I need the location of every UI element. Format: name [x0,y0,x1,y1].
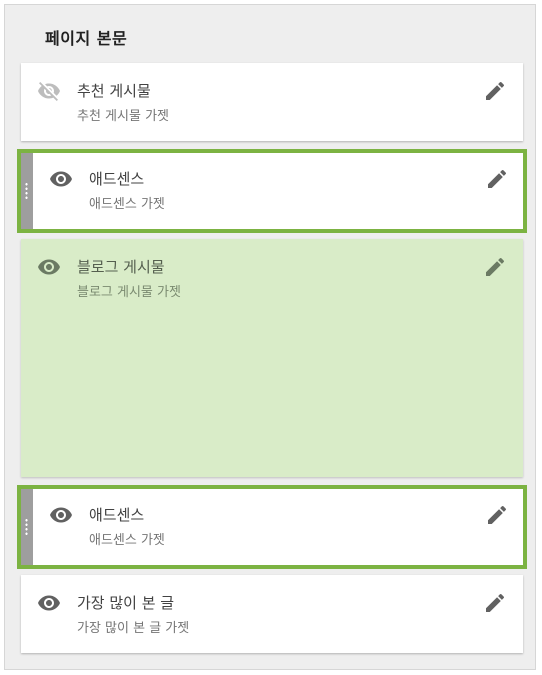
gadget-subtitle: 애드센스 가젯 [89,533,165,548]
gadget-subtitle: 블로그 게시물 가젯 [77,285,181,300]
pencil-icon[interactable] [483,79,507,103]
pencil-icon[interactable] [485,167,509,191]
page-body-section: 페이지 본문 추천 게시물 추천 게시물 가젯 애드센스 애드센스 가젯 블로그… [4,4,536,670]
gadget-title: 애드센스 [89,170,145,188]
gadget-title: 추천 게시물 [77,82,151,100]
drag-dots-icon [25,182,28,200]
pencil-icon[interactable] [485,503,509,527]
gadget-blog-posts-placeholder[interactable]: 블로그 게시물 블로그 게시물 가젯 [21,239,523,477]
visibility-icon[interactable] [49,167,73,191]
gadget-featured-posts[interactable]: 추천 게시물 추천 게시물 가젯 [21,63,523,141]
visibility-icon[interactable] [49,503,73,527]
drag-handle[interactable] [21,153,33,229]
gadget-title: 블로그 게시물 [77,258,165,276]
visibility-icon[interactable] [37,591,61,615]
visibility-icon[interactable] [37,255,61,279]
section-title: 페이지 본문 [45,29,128,48]
gadget-subtitle: 추천 게시물 가젯 [77,109,169,124]
gadget-title: 애드센스 [89,506,145,524]
gadget-subtitle: 가장 많이 본 글 가젯 [77,621,190,636]
visibility-off-icon[interactable] [37,79,61,103]
gadget-adsense-dragging[interactable]: 애드센스 애드센스 가젯 [17,149,527,233]
pencil-icon[interactable] [483,591,507,615]
gadget-subtitle: 애드센스 가젯 [89,197,165,212]
drag-handle[interactable] [21,489,33,565]
gadget-title: 가장 많이 본 글 [77,594,175,612]
pencil-icon[interactable] [483,255,507,279]
drag-dots-icon [25,518,28,536]
gadget-popular-posts[interactable]: 가장 많이 본 글 가장 많이 본 글 가젯 [21,575,523,653]
gadget-adsense-dragging[interactable]: 애드센스 애드센스 가젯 [17,485,527,569]
